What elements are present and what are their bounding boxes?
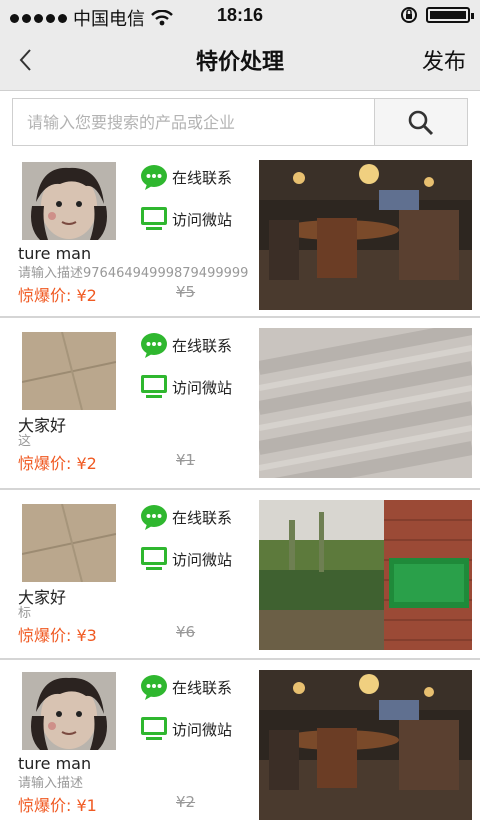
product-photo[interactable] xyxy=(259,328,472,478)
navigation-bar: 特价处理 发布 xyxy=(0,32,480,91)
chat-bubble-icon xyxy=(141,505,167,530)
online-contact-button[interactable]: 在线联系 xyxy=(140,332,232,358)
search-icon xyxy=(408,110,434,136)
item-description: 标 xyxy=(18,606,32,621)
avatar xyxy=(22,162,116,240)
search-button[interactable] xyxy=(374,99,467,145)
special-price: 惊爆价: ¥2 xyxy=(18,286,97,305)
visit-microsite-button[interactable]: 访问微站 xyxy=(140,716,232,742)
product-photo[interactable] xyxy=(259,500,472,650)
original-price: ¥1 xyxy=(176,451,196,469)
publish-button[interactable]: 发布 xyxy=(422,44,466,76)
visit-microsite-label: 访问微站 xyxy=(172,550,233,569)
status-right xyxy=(400,6,474,24)
online-contact-label: 在线联系 xyxy=(172,508,233,527)
chat-bubble-icon xyxy=(141,333,167,358)
rotation-lock-icon xyxy=(401,7,417,23)
list-item[interactable]: 在线联系 访问微站 ture man 请输入描述9764649499987949… xyxy=(0,150,480,318)
avatar xyxy=(22,672,116,750)
status-bar: 中国电信 18:16 xyxy=(0,0,480,32)
list-item[interactable]: 在线联系 访问微站 大家好 这 惊爆价: ¥2 ¥1 xyxy=(0,318,480,490)
visit-microsite-label: 访问微站 xyxy=(172,210,233,229)
search-input[interactable] xyxy=(13,99,377,145)
visit-microsite-label: 访问微站 xyxy=(172,378,233,397)
monitor-icon xyxy=(141,375,167,398)
online-contact-label: 在线联系 xyxy=(172,678,233,697)
item-description: 请输入描述 xyxy=(18,776,84,791)
product-photo[interactable] xyxy=(259,670,472,820)
battery-icon xyxy=(426,7,474,23)
item-name: ture man xyxy=(18,754,92,773)
monitor-icon xyxy=(141,717,167,740)
original-price: ¥2 xyxy=(176,793,196,811)
product-photo[interactable] xyxy=(259,160,472,310)
deal-list: 在线联系 访问微站 ture man 请输入描述9764649499987949… xyxy=(0,150,480,828)
chat-bubble-icon xyxy=(141,165,167,190)
special-price: 惊爆价: ¥3 xyxy=(18,626,97,645)
page-title: 特价处理 xyxy=(195,50,284,75)
monitor-icon xyxy=(141,547,167,570)
item-name: ture man xyxy=(18,244,92,263)
visit-microsite-label: 访问微站 xyxy=(172,720,233,739)
online-contact-label: 在线联系 xyxy=(172,168,233,187)
special-price: 惊爆价: ¥1 xyxy=(18,796,97,815)
visit-microsite-button[interactable]: 访问微站 xyxy=(140,546,232,572)
avatar xyxy=(22,332,116,410)
online-contact-button[interactable]: 在线联系 xyxy=(140,674,232,700)
search-bar xyxy=(12,98,468,146)
list-item[interactable]: 在线联系 访问微站 ture man 请输入描述 惊爆价: ¥1 ¥2 xyxy=(0,660,480,828)
special-price: 惊爆价: ¥2 xyxy=(18,454,97,473)
item-description: 这 xyxy=(18,434,32,449)
visit-microsite-button[interactable]: 访问微站 xyxy=(140,374,232,400)
online-contact-button[interactable]: 在线联系 xyxy=(140,504,232,530)
original-price: ¥5 xyxy=(176,283,196,301)
avatar xyxy=(22,504,116,582)
monitor-icon xyxy=(141,207,167,230)
chat-bubble-icon xyxy=(141,675,167,700)
list-item[interactable]: 在线联系 访问微站 大家好 标 惊爆价: ¥3 ¥6 xyxy=(0,490,480,660)
visit-microsite-button[interactable]: 访问微站 xyxy=(140,206,232,232)
item-description: 请输入描述97646494999879499999 xyxy=(18,266,249,281)
online-contact-label: 在线联系 xyxy=(172,336,233,355)
original-price: ¥6 xyxy=(176,623,196,641)
online-contact-button[interactable]: 在线联系 xyxy=(140,164,232,190)
